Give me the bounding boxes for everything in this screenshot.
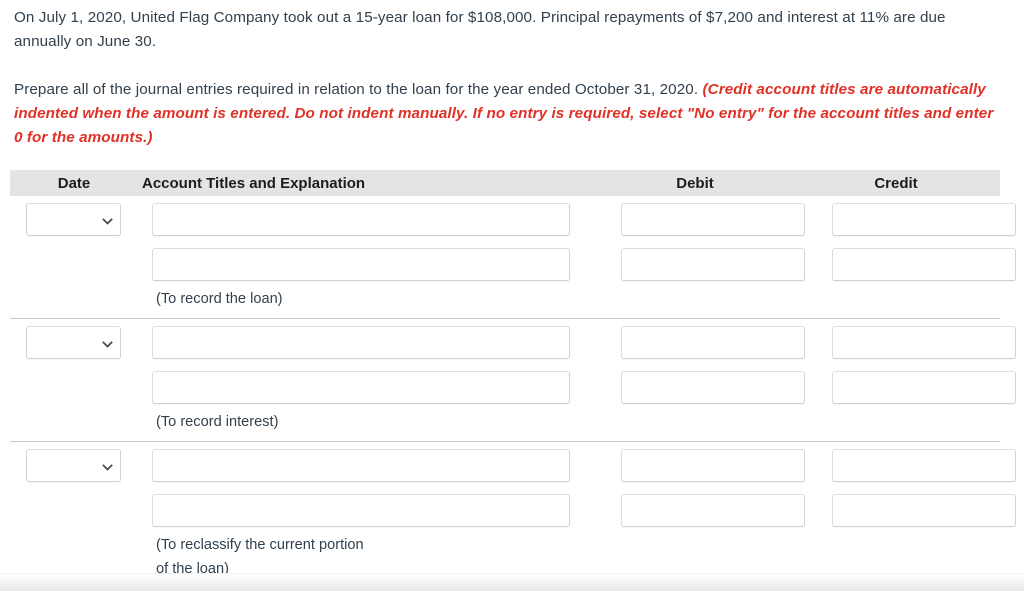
date-select-wrapper-3 <box>26 449 121 482</box>
debit-cell-1-1 <box>602 203 812 236</box>
journal-entry-block-1: (To record the loan) <box>10 196 1016 318</box>
table-row <box>10 319 1016 359</box>
debit-input-2-2[interactable] <box>621 371 805 404</box>
table-header-row: Date Account Titles and Explanation Debi… <box>10 170 1000 196</box>
account-title-input-2-2[interactable] <box>152 371 570 404</box>
debit-cell-2-2 <box>602 371 812 404</box>
credit-input-3-2[interactable] <box>832 494 1016 527</box>
date-cell-1 <box>10 203 148 236</box>
credit-cell-2-2 <box>812 371 1016 404</box>
debit-input-1-2[interactable] <box>621 248 805 281</box>
account-cell-1-2 <box>148 248 602 281</box>
credit-cell-1-2 <box>812 248 1016 281</box>
journal-entry-table: Date Account Titles and Explanation Debi… <box>10 170 1016 588</box>
account-cell-3-1 <box>148 449 602 482</box>
column-header-credit: Credit <box>874 174 918 192</box>
credit-cell-1-1 <box>812 203 1016 236</box>
entry-caption-1: (To record the loan) <box>156 291 283 307</box>
date-cell-3 <box>10 449 148 482</box>
problem-paragraph-1: On July 1, 2020, United Flag Company too… <box>14 9 946 50</box>
credit-input-1-1[interactable] <box>832 203 1016 236</box>
journal-entry-block-3: (To reclassify the current portion of th… <box>10 441 1016 588</box>
problem-paragraph-2: Prepare all of the journal entries requi… <box>14 78 999 150</box>
date-cell-2 <box>10 326 148 359</box>
date-select-2[interactable] <box>26 326 121 359</box>
account-title-input-1-1[interactable] <box>152 203 570 236</box>
account-title-input-2-1[interactable] <box>152 326 570 359</box>
account-title-input-3-2[interactable] <box>152 494 570 527</box>
column-header-account-titles: Account Titles and Explanation <box>142 174 366 192</box>
account-cell-2-2 <box>148 371 602 404</box>
credit-cell-2-1 <box>812 326 1016 359</box>
debit-cell-1-2 <box>602 248 812 281</box>
debit-cell-3-2 <box>602 494 812 527</box>
entry-caption-2: (To record interest) <box>156 414 279 430</box>
date-select-wrapper-1 <box>26 203 121 236</box>
debit-cell-2-1 <box>602 326 812 359</box>
journal-entry-page: On July 1, 2020, United Flag Company too… <box>0 0 1024 591</box>
account-title-input-1-2[interactable] <box>152 248 570 281</box>
date-select-3[interactable] <box>26 449 121 482</box>
date-select-1[interactable] <box>26 203 121 236</box>
account-cell-3-2 <box>148 494 602 527</box>
debit-input-3-2[interactable] <box>621 494 805 527</box>
column-header-debit: Debit <box>676 174 714 192</box>
table-row <box>10 482 1016 527</box>
date-select-wrapper-2 <box>26 326 121 359</box>
bottom-status-bar <box>0 573 1024 591</box>
problem-statement: On July 1, 2020, United Flag Company too… <box>14 6 999 150</box>
credit-cell-3-1 <box>812 449 1016 482</box>
account-cell-2-1 <box>148 326 602 359</box>
column-header-date: Date <box>57 174 91 192</box>
credit-input-2-2[interactable] <box>832 371 1016 404</box>
journal-entry-block-2: (To record interest) <box>10 318 1016 441</box>
credit-cell-3-2 <box>812 494 1016 527</box>
table-row <box>10 442 1016 482</box>
debit-input-1-1[interactable] <box>621 203 805 236</box>
credit-input-2-1[interactable] <box>832 326 1016 359</box>
credit-input-3-1[interactable] <box>832 449 1016 482</box>
account-cell-1-1 <box>148 203 602 236</box>
problem-paragraph-2-plain: Prepare all of the journal entries requi… <box>14 81 703 98</box>
debit-cell-3-1 <box>602 449 812 482</box>
account-title-input-3-1[interactable] <box>152 449 570 482</box>
debit-input-2-1[interactable] <box>621 326 805 359</box>
credit-input-1-2[interactable] <box>832 248 1016 281</box>
table-row <box>10 196 1016 236</box>
table-row <box>10 359 1016 404</box>
table-row <box>10 236 1016 281</box>
debit-input-3-1[interactable] <box>621 449 805 482</box>
